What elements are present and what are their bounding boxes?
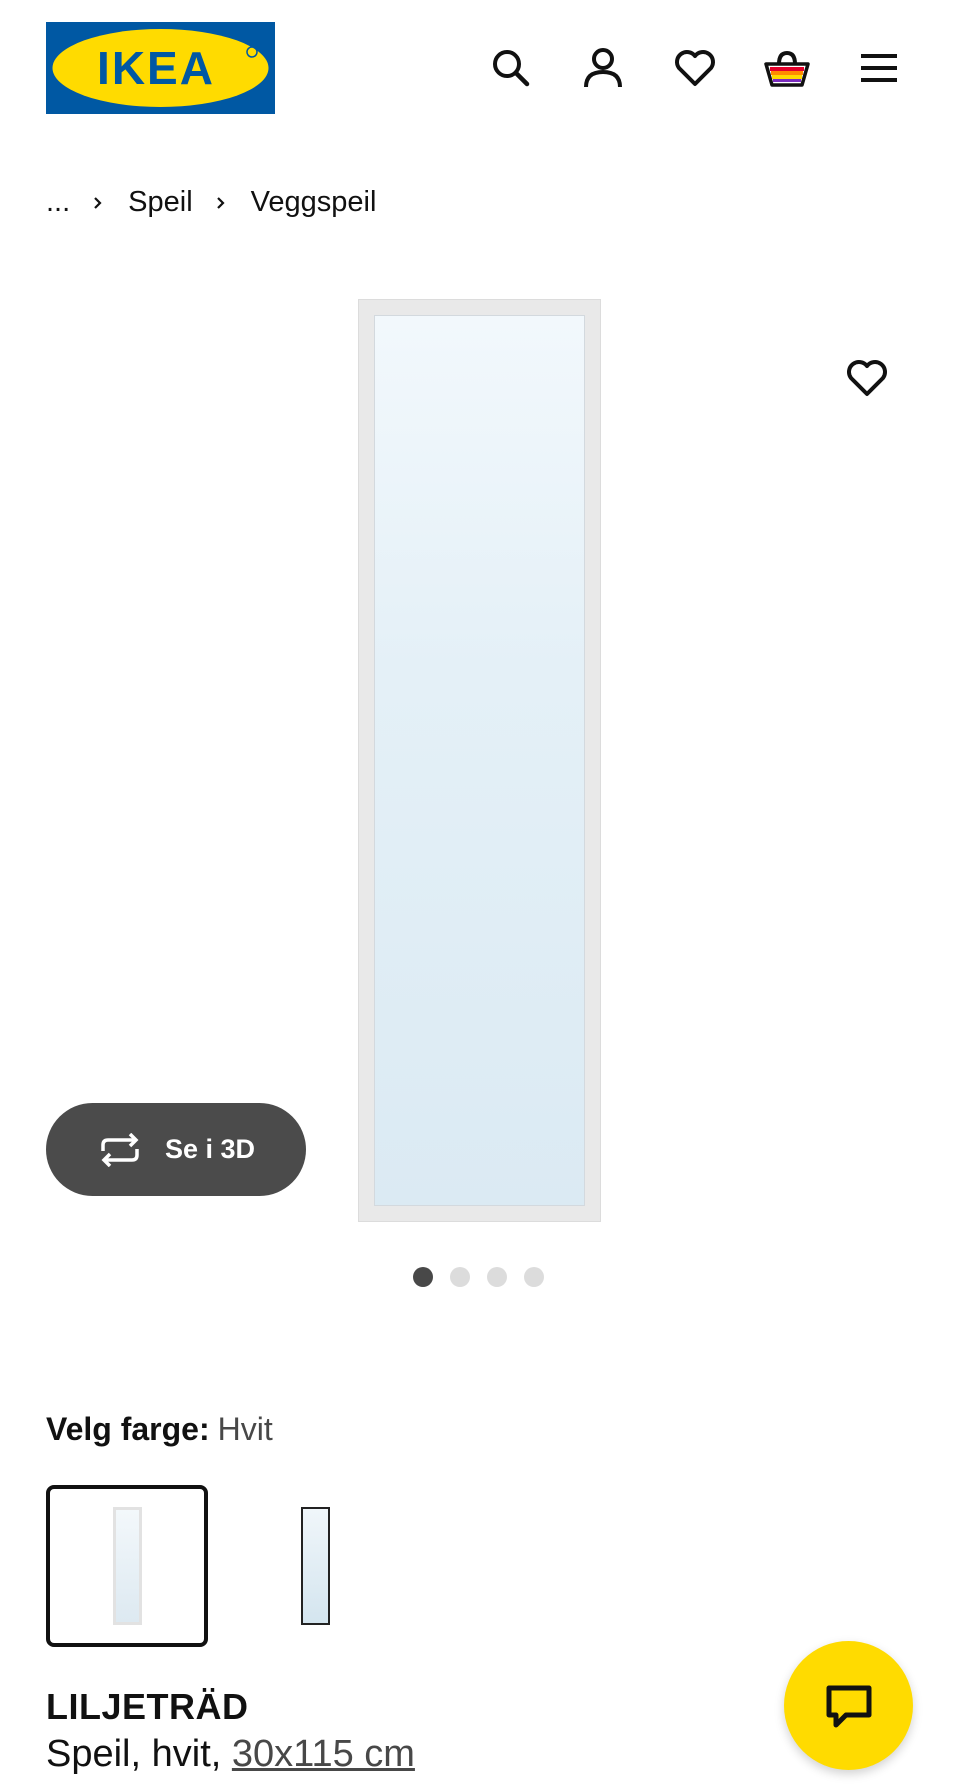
pagination-dot[interactable] — [450, 1267, 470, 1287]
rotate-3d-icon — [101, 1132, 139, 1167]
color-swatch-white[interactable] — [46, 1485, 208, 1647]
chat-button[interactable] — [784, 1641, 913, 1770]
heart-icon[interactable] — [649, 42, 741, 94]
header-actions — [465, 42, 925, 94]
view-3d-label: Se i 3D — [164, 1134, 256, 1164]
swatch-thumbnail — [112, 1507, 142, 1625]
breadcrumb-ellipsis[interactable]: ... — [46, 186, 70, 219]
ikea-logo[interactable]: IKEA — [46, 22, 275, 114]
product-size-link[interactable]: 30x115 cm — [232, 1733, 415, 1775]
image-pagination — [413, 1267, 544, 1287]
basket-icon[interactable] — [741, 42, 833, 94]
view-3d-button[interactable]: Se i 3D — [46, 1103, 306, 1196]
color-label: Velg farge: — [46, 1411, 210, 1447]
swatch-thumbnail — [300, 1507, 330, 1625]
heart-icon — [847, 360, 887, 396]
color-swatch-black[interactable] — [234, 1485, 396, 1647]
color-value: Hvit — [217, 1411, 273, 1447]
product-description: Speil, hvit, 30x115 cm — [46, 1733, 415, 1776]
pagination-dot[interactable] — [487, 1267, 507, 1287]
search-icon[interactable] — [465, 42, 557, 94]
product-image-gallery[interactable]: Se i 3D — [0, 250, 960, 1287]
pagination-dot[interactable] — [413, 1267, 433, 1287]
color-swatches — [46, 1485, 396, 1647]
product-image — [359, 300, 600, 1221]
pagination-dot[interactable] — [524, 1267, 544, 1287]
breadcrumb-item-veggspeil[interactable]: Veggspeil — [251, 186, 377, 219]
site-header: IKEA — [0, 0, 960, 135]
add-to-wishlist-button[interactable] — [841, 352, 893, 404]
breadcrumb-item-speil[interactable]: Speil — [128, 186, 193, 219]
product-name: LILJETRÄD — [46, 1686, 249, 1727]
chat-icon — [826, 1685, 871, 1727]
chevron-right-icon — [216, 196, 225, 209]
color-selector-label: Velg farge: Hvit — [46, 1411, 273, 1448]
product-type: Speil, hvit, — [46, 1733, 222, 1775]
chevron-right-icon — [94, 196, 102, 209]
breadcrumb: ... Speil Veggspeil — [46, 186, 376, 219]
menu-icon[interactable] — [833, 42, 925, 94]
account-icon[interactable] — [557, 42, 649, 94]
svg-text:IKEA: IKEA — [97, 42, 215, 94]
